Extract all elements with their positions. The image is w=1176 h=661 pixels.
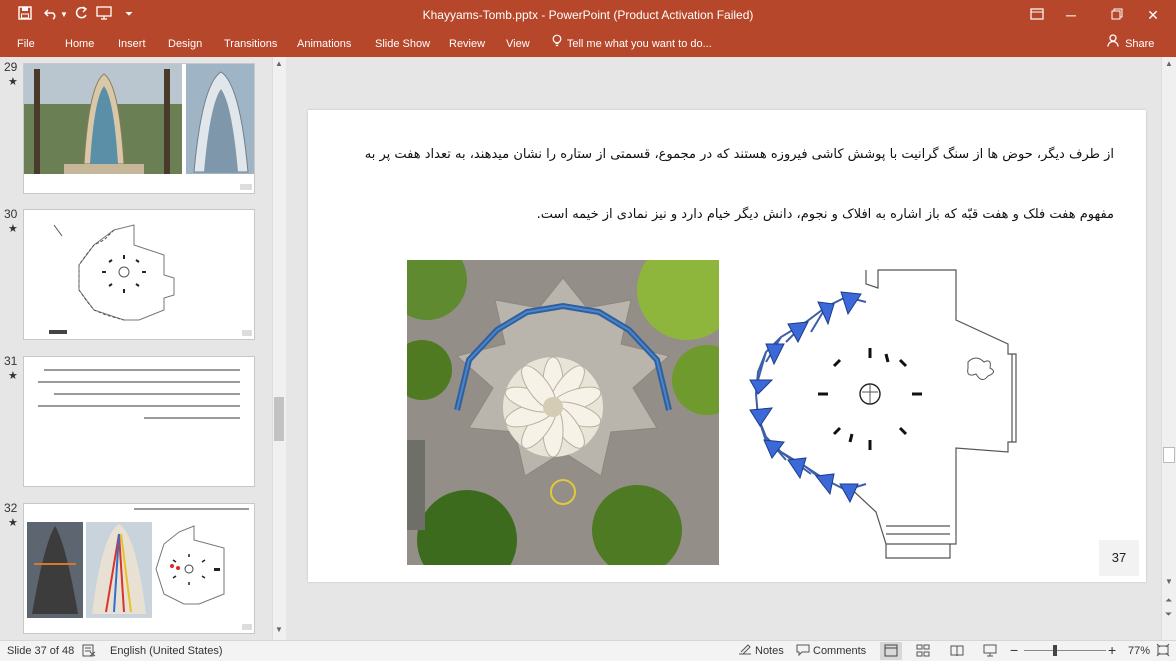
aerial-tomb-photo[interactable] (407, 260, 719, 565)
title-bar: ▼ ⏷ Khayyams-Tomb.pptx - PowerPoint (Pro… (0, 0, 1176, 30)
animation-star-icon: ★ (8, 223, 18, 235)
notes-icon[interactable] (738, 644, 752, 659)
slide-thumbnail-32[interactable] (23, 503, 255, 634)
slide-show-view-icon[interactable] (983, 644, 997, 660)
slide-thumbnail-pane: 29 ★ 30 ★ 31 ★ 32 ★ ▲ ▼ (0, 57, 288, 640)
tell-me-label: Tell me what you want to do... (566, 38, 712, 50)
tomb-floor-plan-drawing[interactable] (736, 262, 1046, 562)
notes-button[interactable]: Notes (755, 645, 784, 657)
tab-review[interactable]: Review (449, 34, 485, 54)
lightbulb-icon (552, 34, 564, 54)
tab-design[interactable]: Design (168, 34, 202, 54)
zoom-slider-thumb[interactable] (1052, 645, 1057, 656)
tab-view[interactable]: View (506, 34, 530, 54)
animation-star-icon: ★ (8, 517, 18, 529)
scroll-up-icon[interactable]: ▲ (275, 59, 283, 68)
tab-insert[interactable]: Insert (118, 34, 146, 54)
slide-sorter-view-icon[interactable] (916, 644, 930, 660)
window-title: Khayyams-Tomb.pptx - PowerPoint (Product… (422, 8, 754, 22)
reading-view-icon[interactable] (950, 644, 964, 660)
zoom-in-icon[interactable]: + (1108, 642, 1116, 658)
slide-paragraph-line-2[interactable]: مفهوم هفت فلک و هفت قبّه که باز اشاره به… (537, 207, 1114, 222)
zoom-level[interactable]: 77% (1128, 645, 1150, 657)
previous-slide-icon[interactable]: ⏶ (1165, 595, 1172, 606)
spell-check-icon[interactable] (82, 644, 96, 660)
tab-transitions[interactable]: Transitions (224, 34, 277, 54)
tab-home[interactable]: Home (65, 34, 94, 54)
slide-thumbnail-31[interactable] (23, 356, 255, 487)
share-label: Share (1125, 38, 1155, 50)
tab-animations[interactable]: Animations (297, 34, 351, 54)
animation-star-icon: ★ (8, 370, 18, 382)
thumb-number: 29 (4, 60, 18, 74)
thumb-number: 32 (4, 501, 18, 515)
slide-indicator[interactable]: Slide 37 of 48 (7, 645, 74, 657)
current-slide[interactable]: از طرف دیگر، حوض ها از سنگ گرانیت با پوش… (308, 110, 1146, 582)
thumb-number: 30 (4, 207, 18, 221)
slide-paragraph-line-1[interactable]: از طرف دیگر، حوض ها از سنگ گرانیت با پوش… (365, 147, 1114, 162)
scroll-down-icon[interactable]: ▼ (275, 625, 283, 634)
thumb-number: 31 (4, 354, 18, 368)
tell-me-search[interactable]: Tell me what you want to do... (552, 34, 712, 54)
status-bar: Slide 37 of 48 English (United States) N… (0, 640, 1176, 661)
slide-number-box[interactable]: 37 (1099, 540, 1139, 576)
ribbon-tabs: File Home Insert Design Transitions Anim… (0, 30, 1176, 57)
close-icon[interactable]: ✕ (1130, 0, 1176, 30)
scroll-up-icon[interactable]: ▲ (1165, 59, 1173, 68)
user-icon (1107, 32, 1122, 56)
language-indicator[interactable]: English (United States) (110, 645, 223, 657)
slide-scrollbar[interactable]: ▲ ▼ ⏶ ⏷ (1161, 57, 1176, 640)
comments-button[interactable]: Comments (813, 645, 866, 657)
share-button[interactable]: Share (1107, 32, 1163, 56)
fit-slide-icon[interactable] (1156, 643, 1170, 660)
zoom-slider-track[interactable] (1024, 650, 1106, 651)
minimize-icon[interactable]: ─ (1048, 0, 1094, 30)
slide-scroll-thumb[interactable] (1163, 447, 1175, 463)
next-slide-icon[interactable]: ⏷ (1165, 609, 1172, 620)
slide-thumbnail-29[interactable] (23, 63, 255, 194)
tab-slide-show[interactable]: Slide Show (375, 34, 430, 54)
normal-view-icon[interactable] (880, 642, 902, 660)
slide-thumbnail-30[interactable] (23, 209, 255, 340)
thumbnail-scroll-thumb[interactable] (274, 397, 284, 441)
animation-star-icon: ★ (8, 76, 18, 88)
scroll-down-icon[interactable]: ▼ (1165, 577, 1173, 586)
tab-file[interactable]: File (17, 34, 35, 54)
zoom-out-icon[interactable]: − (1010, 642, 1018, 658)
comments-icon[interactable] (796, 644, 810, 659)
thumbnail-scrollbar[interactable]: ▲ ▼ (272, 57, 286, 640)
